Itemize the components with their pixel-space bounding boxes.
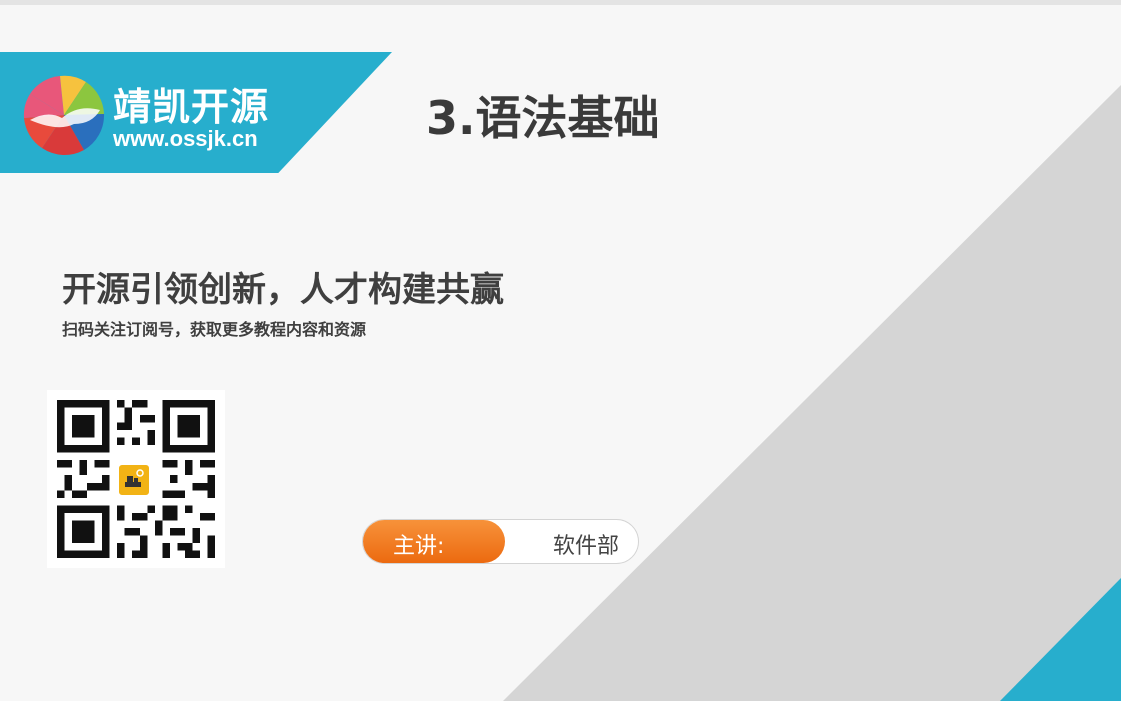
qr-center-logo — [116, 462, 152, 498]
slide-title: 3.语法基础 — [426, 91, 660, 145]
brand-logo-icon — [23, 75, 105, 156]
presenter-label-pill: 主讲: — [363, 520, 505, 563]
brand-url[interactable]: www.ossjk.cn — [113, 126, 258, 152]
gray-diagonal-band — [503, 85, 1121, 701]
presenter-badge: 主讲: 软件部 — [362, 519, 639, 564]
slogan: 开源引领创新，人才构建共赢 — [62, 270, 504, 310]
subscribe-hint: 扫码关注订阅号，获取更多教程内容和资源 — [62, 320, 367, 339]
brand-name: 靖凯开源 — [113, 85, 270, 129]
qr-center-logo-icon — [125, 469, 144, 487]
presenter-label: 主讲: — [393, 534, 445, 559]
qr-code — [47, 390, 225, 568]
presenter-name: 软件部 — [553, 534, 620, 559]
